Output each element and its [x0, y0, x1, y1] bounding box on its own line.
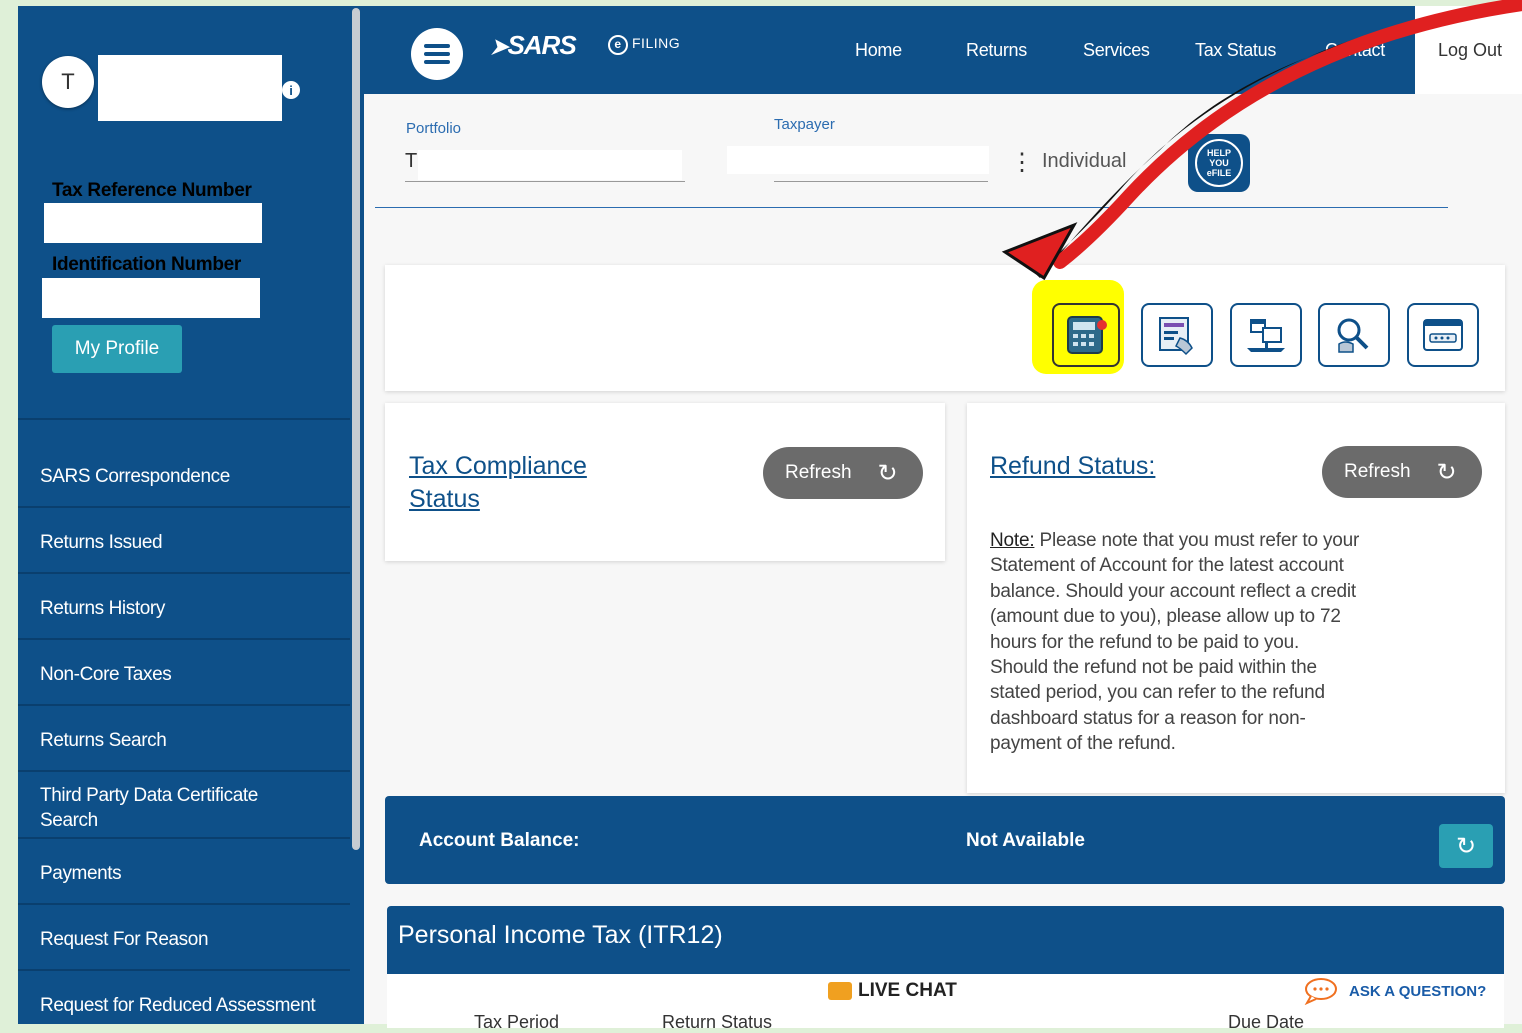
refund-refresh-button[interactable]: Refresh ↻: [1322, 446, 1482, 498]
sidebar-divider: [18, 638, 350, 640]
redacted-username: [98, 55, 282, 121]
redacted-taxpayer: [727, 146, 989, 174]
taxpayer-underline: [774, 181, 988, 182]
hamburger-menu-button[interactable]: [411, 28, 463, 80]
account-balance-value: Not Available: [966, 830, 1085, 851]
tax-compliance-status-link[interactable]: Tax Compliance Status: [409, 450, 609, 516]
sidebar-divider: [18, 506, 350, 508]
refresh-icon: ↻: [1436, 458, 1457, 486]
sidebar-item-label: Returns History: [40, 598, 165, 619]
portfolio-label: Portfolio: [406, 120, 462, 137]
sidebar-item-label: Non-Core Taxes: [40, 664, 172, 685]
help-you-efile-icon: HELP YOU eFILE: [1195, 139, 1243, 187]
tax-compliance-refresh-button[interactable]: Refresh ↻: [763, 447, 923, 499]
taxpayer-label: Taxpayer: [774, 116, 835, 133]
portfolio-divider: [375, 207, 1448, 208]
laptop-calendar-icon: [1247, 319, 1285, 352]
sidebar-item-label: Request for Reduced Assessment: [40, 995, 316, 1016]
more-options-icon[interactable]: ⋮: [1010, 151, 1034, 175]
my-profile-button[interactable]: My Profile: [52, 325, 182, 373]
sidebar-divider: [18, 903, 350, 905]
browser-tool-button[interactable]: [1407, 303, 1479, 367]
note-label: Note:: [990, 530, 1035, 551]
sidebar-divider: [18, 969, 350, 971]
tax-reference-label: Tax Reference Number: [52, 180, 252, 201]
document-tool-button[interactable]: [1141, 303, 1213, 367]
column-return-status: Return Status: [662, 1012, 773, 1032]
sidebar-scrollbar-thumb[interactable]: [352, 8, 360, 850]
logout-button[interactable]: Log Out: [1438, 40, 1502, 61]
account-balance-refresh-button[interactable]: ↻: [1439, 824, 1493, 868]
identification-label: Identification Number: [52, 254, 241, 275]
nav-services[interactable]: Services: [1083, 40, 1150, 61]
refund-note: Note: Please note that you must refer to…: [990, 528, 1360, 757]
refresh-icon: ↻: [877, 459, 898, 487]
speech-bubble-icon: [1304, 978, 1337, 1005]
column-due-date: Due Date: [1228, 1012, 1305, 1032]
refresh-icon: ↻: [1455, 832, 1477, 860]
portfolio-underline: [405, 181, 685, 182]
document-hand-icon: [1159, 317, 1193, 356]
nav-returns[interactable]: Returns: [966, 40, 1027, 61]
laptop-calendar-tool-button[interactable]: [1230, 303, 1302, 367]
sars-logo[interactable]: ➤SARS: [490, 30, 577, 61]
browser-window-icon: [1423, 319, 1463, 351]
sars-logo-mark: ➤: [490, 34, 508, 59]
sidebar-item-label: Payments: [40, 863, 122, 884]
refresh-label: Refresh: [1344, 461, 1411, 482]
live-chat-button[interactable]: LIVE CHAT: [828, 980, 957, 1002]
sidebar-item-label: Request For Reason: [40, 929, 209, 950]
calculator-icon: [1067, 316, 1107, 354]
ask-question-button[interactable]: ASK A QUESTION?: [1303, 977, 1486, 1005]
avatar[interactable]: T: [42, 56, 94, 108]
redacted-portfolio: [418, 150, 682, 180]
redacted-identification: [42, 278, 260, 318]
taxpayer-type: Individual: [1042, 150, 1127, 172]
search-tool-button[interactable]: [1318, 303, 1390, 367]
refresh-label: Refresh: [785, 462, 852, 483]
nav-tax-status[interactable]: Tax Status: [1195, 40, 1276, 61]
sidebar-divider: [18, 770, 350, 772]
portfolio-value[interactable]: T: [405, 150, 417, 173]
personal-income-tax-header: Personal Income Tax (ITR12): [387, 906, 1504, 974]
nav-home[interactable]: Home: [855, 40, 902, 61]
chat-icon: [828, 982, 852, 1000]
note-text: Please note that you must refer to your …: [990, 530, 1360, 755]
nav-contact[interactable]: Contact: [1325, 40, 1385, 61]
sidebar-divider: [18, 572, 350, 574]
sidebar-divider: [18, 837, 350, 839]
sidebar-item-label: Returns Search: [40, 730, 167, 751]
redacted-tax-reference: [44, 203, 262, 243]
sidebar-item-label: SARS Correspondence: [40, 466, 230, 487]
sidebar-divider: [18, 418, 350, 420]
magnifier-hand-icon: [1337, 318, 1369, 353]
account-balance-label: Account Balance:: [419, 830, 580, 851]
info-icon[interactable]: i: [282, 81, 300, 99]
sidebar-item-label: Returns Issued: [40, 532, 163, 553]
column-tax-period: Tax Period: [474, 1012, 560, 1032]
hamburger-icon: [424, 44, 450, 64]
account-balance-bar: Account Balance: Not Available ↻: [385, 796, 1505, 884]
e-circle-icon: e: [608, 35, 628, 55]
efiling-logo: e FILING: [608, 35, 680, 55]
personal-income-tax-title: Personal Income Tax (ITR12): [398, 921, 723, 949]
help-you-efile-badge[interactable]: HELP YOU eFILE: [1188, 134, 1250, 192]
calculator-tool-button[interactable]: [1052, 303, 1120, 367]
sidebar-divider: [18, 704, 350, 706]
sidebar-item-label: Third Party Data Certificate Search: [40, 785, 258, 831]
refund-status-link[interactable]: Refund Status:: [990, 450, 1155, 483]
